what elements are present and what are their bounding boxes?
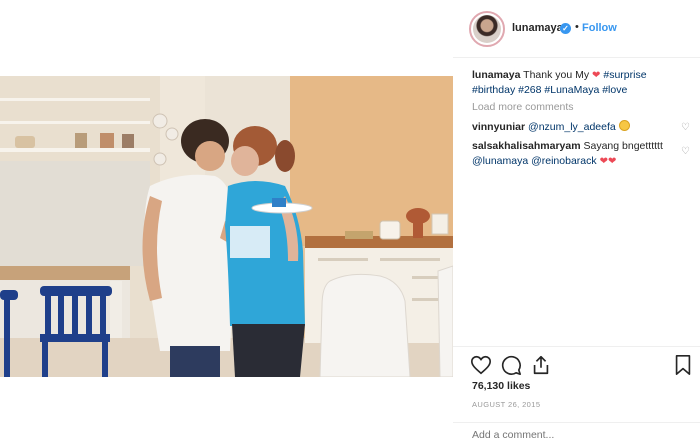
post-photo[interactable] — [0, 76, 453, 377]
comment-item: vinnyuniar @nzum_ly_adeefa — [472, 120, 677, 135]
mention-link[interactable]: @reinobarack — [531, 155, 597, 167]
add-comment-input[interactable] — [472, 429, 672, 441]
comment-username[interactable]: salsakhalisahmaryam — [472, 140, 581, 152]
hashtag-link[interactable]: #LunaMaya — [544, 84, 599, 96]
post-header: lunamaya ✓ • Follow — [453, 0, 700, 58]
hashtag-link[interactable]: #surprise — [603, 69, 646, 81]
comment-username[interactable]: vinnyuniar — [472, 121, 525, 133]
header-username[interactable]: lunamaya — [512, 22, 563, 34]
load-more-comments-button[interactable]: Load more comments — [472, 101, 574, 113]
heart-outline-icon[interactable] — [470, 354, 492, 376]
verified-badge-icon: ✓ — [560, 23, 571, 34]
heart-emoji: ❤ — [592, 70, 601, 81]
heart-emoji: ❤❤ — [599, 156, 617, 167]
post-date[interactable]: AUGUST 26, 2015 — [472, 400, 540, 409]
caption-text: Thank you My — [520, 69, 593, 81]
comment-icon[interactable] — [500, 354, 522, 376]
avatar-image — [473, 15, 501, 43]
hashtag-link[interactable]: #love — [602, 84, 627, 96]
laughing-emoji-icon — [618, 120, 630, 131]
comment-text: Sayang bngetttttt — [580, 140, 663, 152]
comment-item: salsakhalisahmaryam Sayang bngetttttt @l… — [472, 139, 677, 169]
likes-count[interactable]: 76,130 likes — [472, 380, 530, 392]
post-caption: lunamaya Thank you My ❤ #surprise #birth… — [472, 68, 687, 98]
bookmark-icon[interactable] — [672, 354, 694, 376]
photo-image — [0, 76, 453, 377]
caption-username[interactable]: lunamaya — [472, 69, 520, 81]
follow-button[interactable]: Follow — [582, 22, 617, 34]
mention-link[interactable]: @nzum_ly_adeefa — [528, 121, 616, 133]
mention-link[interactable]: @lunamaya — [472, 155, 528, 167]
hashtag-link[interactable]: #birthday — [472, 84, 515, 96]
share-icon[interactable] — [530, 354, 552, 376]
comment-like-icon[interactable]: ♡ — [681, 123, 691, 133]
separator-dot: • — [575, 21, 579, 33]
avatar[interactable] — [469, 11, 505, 47]
comment-like-icon[interactable]: ♡ — [681, 147, 691, 157]
hashtag-link[interactable]: #268 — [518, 84, 541, 96]
post-actions: 76,130 likes AUGUST 26, 2015 — [453, 346, 700, 441]
post-sidebar: lunamaya ✓ • Follow lunamaya Thank you M… — [453, 0, 700, 441]
